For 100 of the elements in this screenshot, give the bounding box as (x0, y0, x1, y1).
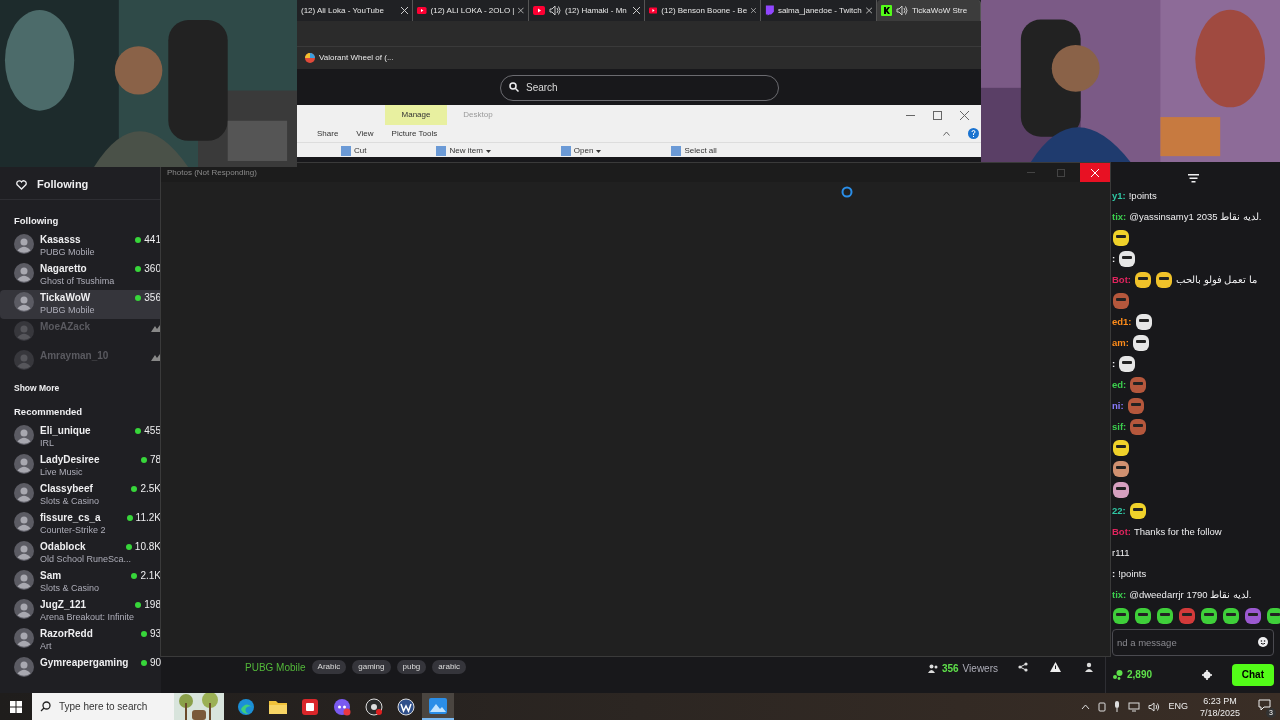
channel-name: TickaWoW (40, 292, 91, 304)
chat-username[interactable]: y1: (1112, 188, 1126, 204)
chat-username[interactable]: ed: (1112, 377, 1127, 393)
command-icon (671, 146, 682, 156)
clock-time: 6:23 PM (1203, 694, 1237, 707)
channel-item[interactable]: Classybeef 2.5K Slots & Casino (0, 481, 161, 510)
tag[interactable]: gaming (352, 660, 391, 674)
chat-username[interactable]: ed1: (1112, 314, 1132, 330)
chat-username[interactable]: : (1112, 566, 1116, 582)
ribbon-command[interactable]: Select all (684, 145, 717, 157)
chat-input[interactable]: nd a message (1112, 629, 1274, 656)
window-title: Photos (Not Responding) (167, 166, 257, 179)
chevron-up-icon[interactable] (943, 131, 950, 136)
show-more-link[interactable]: Show More (0, 377, 161, 399)
windows-logo-icon[interactable] (10, 700, 22, 713)
search-icon (509, 82, 519, 92)
edge-icon[interactable] (237, 697, 255, 716)
viewer-count: 90 (149, 657, 161, 669)
w-app-icon[interactable] (397, 697, 415, 716)
ribbon-command[interactable]: Open (573, 145, 594, 157)
channel-game: PUBG Mobile (40, 304, 96, 316)
video-play-icon (417, 6, 427, 15)
chat-username[interactable]: 22: (1112, 503, 1126, 519)
chat-username[interactable]: tix: (1112, 587, 1127, 603)
share-icon[interactable] (1018, 662, 1028, 672)
channel-game: Ghost of Tsushima (40, 275, 116, 287)
ribbon-tab[interactable]: Picture Tools (391, 127, 438, 140)
chat-app-icon[interactable] (333, 697, 351, 716)
chat-username[interactable]: : (1112, 356, 1116, 372)
record-app-icon[interactable] (365, 697, 383, 716)
channel-item[interactable]: JugZ_121 198 Arena Breakout: Infinite (0, 597, 161, 626)
filter-icon[interactable] (1187, 174, 1199, 183)
app-icon[interactable] (302, 698, 318, 715)
notification-icon[interactable] (1258, 698, 1271, 711)
ribbon-command[interactable]: New item (449, 145, 483, 157)
tab-title: TickaWoW Stre (912, 4, 969, 17)
tag[interactable]: arabic (432, 660, 467, 674)
viewer-count: 441 (144, 234, 161, 246)
folder-icon[interactable] (269, 699, 287, 714)
viewer-count: 455 (144, 425, 161, 437)
tab-title: (12) ALI LOKA - 2OLO | (430, 4, 515, 17)
channel-item[interactable]: Odablock 10.8K Old School RuneSca... (0, 539, 161, 568)
channel-item[interactable]: LadyDesiree 78 Live Music (0, 452, 161, 481)
tag[interactable]: pubg (396, 660, 427, 674)
browser-tab[interactable]: TickaWoW Stre (877, 0, 981, 21)
channel-item[interactable]: fissure_cs_a 11.2K Counter-Strike 2 (0, 510, 161, 539)
maximize-icon[interactable] (933, 110, 942, 120)
channel-item[interactable]: Kasasss 441 PUBG Mobile (0, 232, 161, 261)
ribbon-tab[interactable]: Manage (385, 105, 447, 125)
help-icon[interactable] (968, 128, 979, 139)
clock[interactable]: 6:23 PM 7/18/2025 (1195, 694, 1244, 719)
tag[interactable]: Arabic (311, 660, 347, 674)
points-count[interactable]: 2,890 (1127, 667, 1153, 682)
chat-text: Thanks for the follow (1134, 524, 1222, 539)
chat-username[interactable]: : (1112, 251, 1116, 267)
ribbon-command[interactable]: Cut (354, 145, 367, 157)
search-field[interactable]: Search (500, 74, 779, 101)
channel-game: Counter-Strike 2 (40, 524, 107, 536)
taskbar-search-field[interactable]: Type here to search (32, 693, 174, 720)
close-icon[interactable] (960, 110, 969, 120)
chat-username[interactable]: ni: (1112, 398, 1124, 414)
viewer-count: 198 (144, 599, 161, 611)
close-button[interactable] (1080, 163, 1110, 182)
video-play-icon (649, 6, 658, 15)
microphone-icon[interactable] (1114, 701, 1121, 712)
chat-button[interactable]: Chat (1231, 663, 1274, 686)
channel-item[interactable]: Gymreapergaming 90 (0, 655, 161, 684)
chat-username[interactable]: sif: (1112, 419, 1127, 435)
minimize-icon[interactable] (906, 114, 915, 116)
category-link[interactable]: PUBG Mobile (245, 660, 306, 675)
chat-username[interactable]: tix: (1112, 209, 1127, 225)
person-icon[interactable] (1085, 662, 1095, 672)
ribbon-tab[interactable]: Share (317, 127, 339, 140)
section-title: Recommended (13, 405, 84, 419)
chat-username[interactable]: am: (1112, 335, 1129, 351)
channel-name: Classybeef (40, 483, 93, 495)
photos-icon[interactable] (429, 697, 447, 714)
channel-item[interactable]: Eli_unique 455 IRL (0, 423, 161, 452)
channel-item[interactable]: Sam 2.1K Slots & Casino (0, 568, 161, 597)
emoji-icon[interactable] (1258, 637, 1268, 647)
section-title: Following (13, 214, 60, 228)
channel-item[interactable]: RazorRedd 93 Art (0, 626, 161, 655)
ribbon-tab[interactable]: View (356, 127, 374, 140)
chat-username[interactable]: Bot: (1112, 272, 1131, 288)
channel-name: Eli_unique (40, 425, 91, 437)
network-icon[interactable] (1128, 701, 1141, 712)
channel-game: PUBG Mobile (40, 246, 96, 258)
wheel-icon (305, 53, 315, 63)
avatar (14, 541, 34, 561)
channel-game: Slots & Casino (40, 495, 101, 507)
language-indicator[interactable]: ENG (1168, 699, 1188, 714)
device-icon[interactable] (1098, 701, 1107, 712)
chat-text: r111 (1112, 545, 1130, 560)
channel-game: Art (40, 640, 53, 652)
warning-icon[interactable] (1050, 662, 1061, 672)
channel-item[interactable]: TickaWoW 356 PUBG Mobile (0, 290, 161, 319)
volume-icon[interactable] (1148, 701, 1161, 712)
settings-icon[interactable] (1201, 669, 1212, 680)
chat-username[interactable]: Bot: (1112, 524, 1131, 540)
bookmark-link[interactable]: Valorant Wheel of (... (319, 52, 394, 64)
